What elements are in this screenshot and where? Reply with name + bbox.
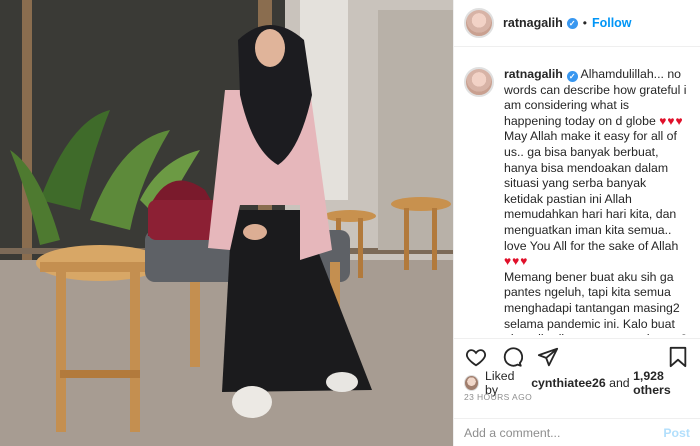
heart-emoji-icon: ♥♥♥ [659, 113, 684, 128]
verified-icon: ✓ [566, 71, 578, 82]
likes-others-link[interactable]: 1,928 others [633, 369, 700, 397]
bookmark-icon[interactable] [666, 345, 690, 369]
post-header: ratnagalih ✓ • Follow [454, 0, 700, 47]
caption-paragraph-2: May Allah make it easy for all of us.. g… [504, 129, 679, 253]
caption-username[interactable]: ratnagalih [504, 67, 563, 81]
post-comment-button[interactable]: Post [663, 426, 690, 440]
heart-emoji-icon: ♥♥♥ [504, 254, 529, 269]
post-timestamp[interactable]: 23 HOURS AGO [464, 392, 532, 402]
verified-icon: ✓ [566, 17, 578, 29]
caption-area: ratnagalih ✓ Alhamdulillah... no words ca… [454, 47, 700, 335]
post-image [0, 0, 453, 446]
liker-username[interactable]: cynthiatee26 [531, 376, 606, 390]
action-bar [454, 338, 700, 370]
caption-avatar[interactable] [464, 67, 494, 97]
header-separator: • [582, 16, 587, 30]
likes-connector: and [609, 376, 630, 390]
comment-icon[interactable] [500, 345, 524, 369]
comment-bar: Post [454, 418, 700, 446]
author-username[interactable]: ratnagalih [503, 16, 563, 30]
caption-paragraph-3: Memang bener buat aku sih ga pantes ngel… [504, 269, 687, 335]
post-side-panel: ratnagalih ✓ • Follow ratnagalih ✓ Alhamd… [453, 0, 700, 446]
comment-input[interactable] [464, 425, 664, 440]
follow-button[interactable]: Follow [592, 16, 632, 30]
author-avatar[interactable] [464, 8, 494, 38]
caption-text: ratnagalih ✓ Alhamdulillah... no words ca… [504, 67, 688, 335]
liker-avatar[interactable] [464, 375, 480, 391]
share-icon[interactable] [536, 345, 560, 369]
post-photo[interactable] [0, 0, 453, 446]
heart-icon[interactable] [464, 345, 488, 369]
